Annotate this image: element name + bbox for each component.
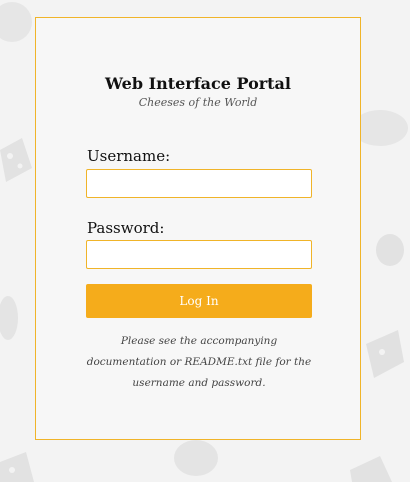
cheese-wheel-icon xyxy=(376,234,404,266)
cheese-wedge-icon xyxy=(0,138,32,182)
help-text: Please see the accompanying documentatio… xyxy=(86,335,312,389)
username-label: Username: xyxy=(87,147,171,165)
login-panel: Web Interface Portal Cheeses of the Worl… xyxy=(35,17,361,440)
password-input[interactable] xyxy=(86,240,312,269)
cheese-wedge-icon xyxy=(0,452,34,482)
cheese-wheel-icon xyxy=(0,296,18,340)
page-title: Web Interface Portal xyxy=(105,74,291,93)
cheese-wedge-icon xyxy=(350,456,392,482)
cheese-wheel-icon xyxy=(174,440,218,476)
cheese-wheel-icon xyxy=(0,2,32,42)
username-input[interactable] xyxy=(86,169,312,198)
login-button[interactable]: Log In xyxy=(86,284,312,318)
page-subtitle: Cheeses of the World xyxy=(138,96,258,109)
cheese-wedge-icon xyxy=(366,330,404,378)
password-label: Password: xyxy=(87,219,165,237)
